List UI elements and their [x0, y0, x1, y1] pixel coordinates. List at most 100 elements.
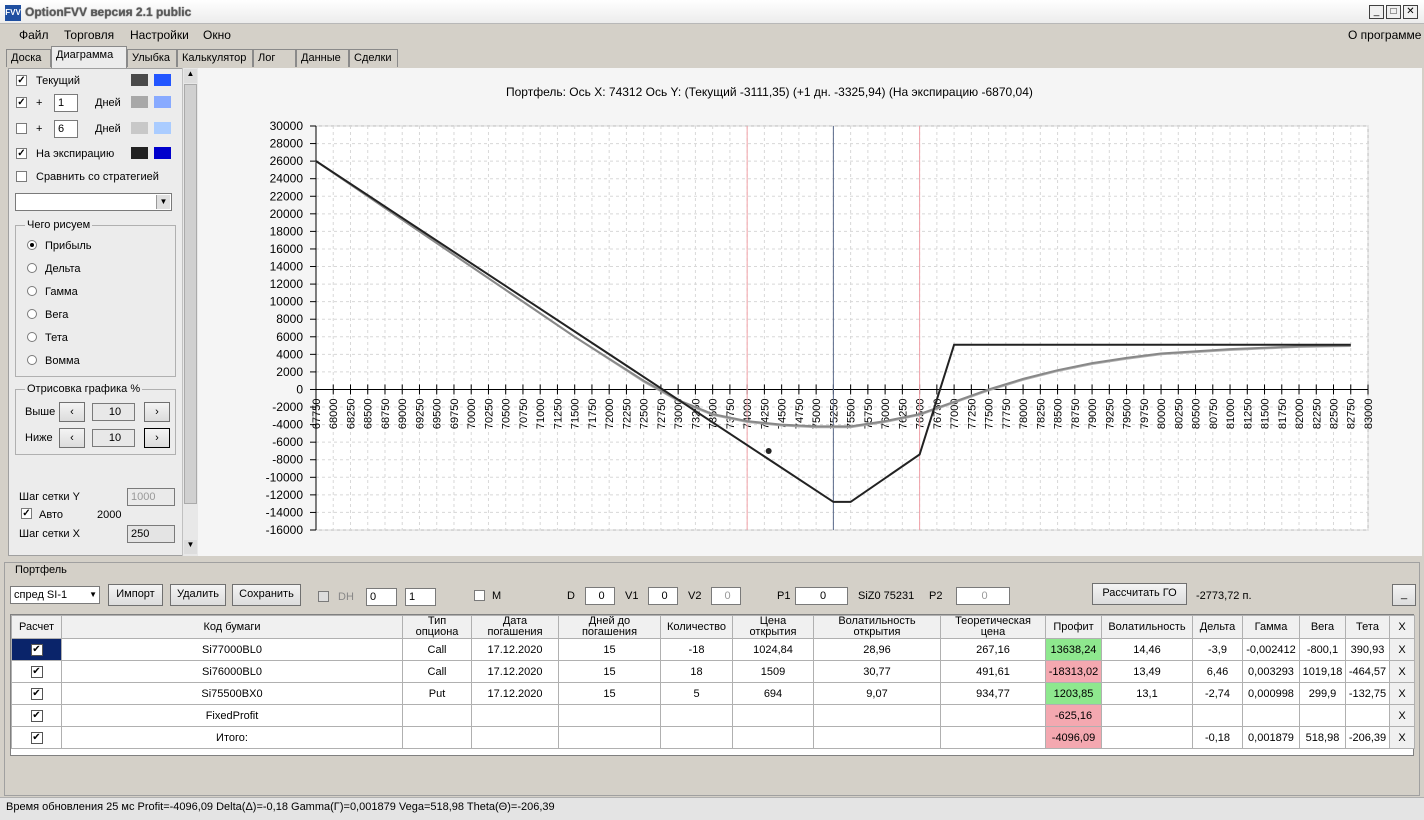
maximize-button[interactable]: □	[1386, 5, 1401, 19]
scroll-up-icon[interactable]: ▲	[184, 69, 197, 83]
above-value[interactable]: 10	[92, 403, 135, 421]
import-button[interactable]: Импорт	[108, 584, 163, 606]
column-header[interactable]: Профит	[1045, 615, 1102, 639]
scroll-thumb[interactable]	[184, 84, 197, 504]
d-input[interactable]: 0	[585, 587, 615, 605]
minimize-panel-button[interactable]: _	[1392, 584, 1416, 606]
calc-checkbox-cell[interactable]: ✔	[11, 682, 62, 705]
portfolio-select[interactable]: спред SI-1 ▼	[10, 586, 100, 604]
expiration-checkbox[interactable]: ✓	[16, 148, 27, 159]
tab-smile[interactable]: Улыбка	[127, 49, 177, 67]
remove-row-button[interactable]: X	[1389, 704, 1415, 727]
gridy-input[interactable]: 1000	[127, 488, 175, 506]
current-checkbox[interactable]: ✓	[16, 75, 27, 86]
tab-board[interactable]: Доска	[6, 49, 51, 67]
above-decrease-button[interactable]: ‹	[59, 402, 85, 422]
remove-row-button[interactable]: X	[1389, 682, 1415, 705]
radio-vomma[interactable]	[27, 355, 37, 365]
column-header[interactable]: Цена открытия	[732, 615, 814, 639]
current-color-swatch-2[interactable]	[154, 74, 171, 86]
table-row[interactable]: ✔ Итого: -4096,09 -0,18 0,001879 518,98 -206,3…	[11, 726, 1415, 749]
column-header[interactable]: Код бумаги	[61, 615, 403, 639]
close-button[interactable]: ✕	[1403, 5, 1418, 19]
delete-button[interactable]: Удалить	[170, 584, 226, 606]
remove-row-button[interactable]: X	[1389, 726, 1415, 749]
calc-checkbox[interactable]: ✔	[30, 688, 43, 700]
p2-input[interactable]: 0	[956, 587, 1010, 605]
column-header[interactable]: Тета	[1345, 615, 1390, 639]
column-header[interactable]: X	[1389, 615, 1415, 639]
expiration-color-swatch[interactable]	[131, 147, 148, 159]
gridx-input[interactable]: 250	[127, 525, 175, 543]
day2-color-swatch[interactable]	[131, 122, 148, 134]
strategy-select[interactable]: ▼	[15, 193, 172, 211]
radio-theta[interactable]	[27, 332, 37, 342]
menu-settings[interactable]: Настройки	[130, 28, 189, 42]
calc-checkbox-cell[interactable]: ✔	[11, 638, 62, 661]
radio-vega[interactable]	[27, 309, 37, 319]
scroll-down-icon[interactable]: ▼	[184, 540, 197, 554]
radio-delta[interactable]	[27, 263, 37, 273]
above-increase-button[interactable]: ›	[144, 402, 170, 422]
p1-input[interactable]: 0	[795, 587, 848, 605]
column-header[interactable]: Волатильность	[1101, 615, 1193, 639]
radio-gamma[interactable]	[27, 286, 37, 296]
column-header[interactable]: Гамма	[1242, 615, 1300, 639]
profit-chart[interactable]: 3000028000260002400022000200001800016000…	[198, 68, 1422, 556]
chevron-down-icon[interactable]: ▼	[156, 195, 170, 209]
menu-file[interactable]: Файл	[19, 28, 49, 42]
menu-about[interactable]: О программе	[1348, 28, 1421, 42]
days2-input[interactable]: 6	[54, 120, 78, 138]
tab-deals[interactable]: Сделки	[349, 49, 398, 67]
calc-checkbox[interactable]: ✔	[30, 710, 43, 722]
menu-window[interactable]: Окно	[203, 28, 231, 42]
remove-row-button[interactable]: X	[1389, 638, 1415, 661]
compare-checkbox[interactable]	[16, 171, 27, 182]
table-row[interactable]: ✔ Si77000BL0 Call 17.12.2020 15 -18 1024,84 28,…	[11, 638, 1415, 661]
day2-color-swatch-2[interactable]	[154, 122, 171, 134]
day1-checkbox[interactable]: ✓	[16, 97, 27, 108]
day2-checkbox[interactable]	[16, 123, 27, 134]
below-value[interactable]: 10	[92, 429, 135, 447]
dh-checkbox[interactable]	[318, 591, 329, 602]
column-header[interactable]: Волатильность открытия	[813, 615, 941, 639]
column-header[interactable]: Дней до погашения	[558, 615, 661, 639]
remove-row-button[interactable]: X	[1389, 660, 1415, 683]
v1-input[interactable]: 0	[648, 587, 678, 605]
spin1-input[interactable]: 0	[366, 588, 397, 606]
left-panel-scrollbar[interactable]: ▲ ▼	[182, 68, 198, 556]
chevron-down-icon[interactable]: ▼	[89, 587, 97, 603]
calc-checkbox[interactable]: ✔	[30, 644, 43, 656]
column-header[interactable]: Дата погашения	[471, 615, 559, 639]
tab-log[interactable]: Лог	[253, 49, 296, 67]
minimize-button[interactable]: _	[1369, 5, 1384, 19]
v2-input[interactable]: 0	[711, 587, 741, 605]
calc-checkbox-cell[interactable]: ✔	[11, 704, 62, 727]
calc-go-button[interactable]: Рассчитать ГО	[1092, 583, 1187, 605]
calc-checkbox[interactable]: ✔	[30, 732, 43, 744]
column-header[interactable]: Количество	[660, 615, 733, 639]
table-row[interactable]: ✔ FixedProfit -625,16 X	[11, 704, 1415, 727]
column-header[interactable]: Расчет	[11, 615, 62, 639]
save-button[interactable]: Сохранить	[232, 584, 301, 606]
spin2-input[interactable]: 1	[405, 588, 436, 606]
table-row[interactable]: ✔ Si75500BX0 Put 17.12.2020 15 5 694 9,07 934,77…	[11, 682, 1415, 705]
column-header[interactable]: Дельта	[1192, 615, 1243, 639]
m-checkbox[interactable]	[474, 590, 485, 601]
day1-color-swatch[interactable]	[131, 96, 148, 108]
calc-checkbox-cell[interactable]: ✔	[11, 660, 62, 683]
table-row[interactable]: ✔ Si76000BL0 Call 17.12.2020 15 18 1509 30,77 49…	[11, 660, 1415, 683]
below-increase-button[interactable]: ›	[144, 428, 170, 448]
tab-calculator[interactable]: Калькулятор	[177, 49, 253, 67]
radio-profit[interactable]	[27, 240, 37, 250]
current-color-swatch[interactable]	[131, 74, 148, 86]
column-header[interactable]: Вега	[1299, 615, 1346, 639]
calc-checkbox[interactable]: ✔	[30, 666, 43, 678]
calc-checkbox-cell[interactable]: ✔	[11, 726, 62, 749]
days1-input[interactable]: 1	[54, 94, 78, 112]
day1-color-swatch-2[interactable]	[154, 96, 171, 108]
tab-data[interactable]: Данные	[296, 49, 349, 67]
column-header[interactable]: Тип опциона	[402, 615, 472, 639]
below-decrease-button[interactable]: ‹	[59, 428, 85, 448]
expiration-color-swatch-2[interactable]	[154, 147, 171, 159]
